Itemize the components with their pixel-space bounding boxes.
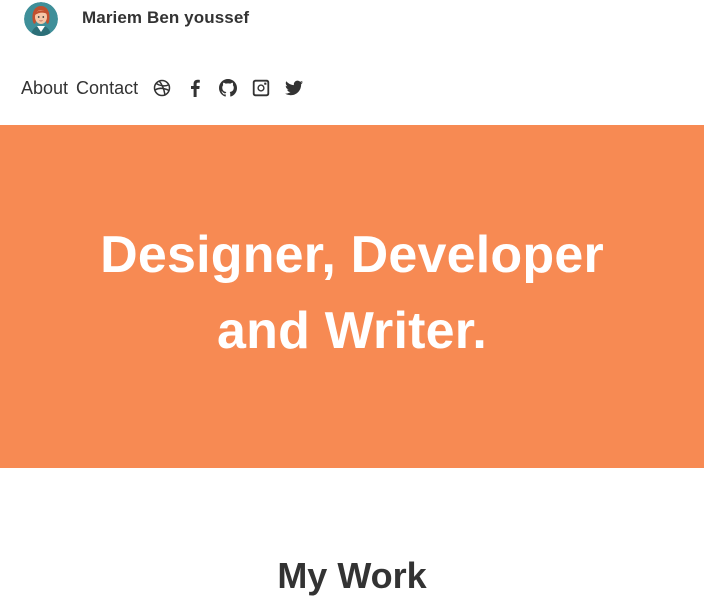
female-avatar-icon [24, 2, 58, 36]
hero-line-1: Designer, Developer [100, 226, 604, 284]
nav-link-about[interactable]: About [21, 78, 68, 99]
hero-banner: Designer, Developer and Writer. [0, 125, 704, 468]
github-icon[interactable] [218, 78, 238, 98]
hero-line-2: and Writer. [217, 302, 487, 360]
my-work-heading: My Work [277, 555, 427, 596]
main-nav: About Contact [21, 76, 311, 100]
site-header: Mariem Ben youssef [24, 1, 249, 37]
instagram-icon[interactable] [251, 78, 271, 98]
hero-heading: Designer, Developer and Writer. [100, 217, 604, 369]
nav-link-contact[interactable]: Contact [76, 78, 138, 99]
site-name-link[interactable]: Mariem Ben youssef [82, 8, 249, 28]
avatar[interactable] [24, 2, 58, 36]
dribbble-icon[interactable] [152, 78, 172, 98]
twitter-icon[interactable] [284, 78, 304, 98]
facebook-icon[interactable] [185, 78, 205, 98]
page: Mariem Ben youssef About Contact Designe… [0, 0, 704, 598]
